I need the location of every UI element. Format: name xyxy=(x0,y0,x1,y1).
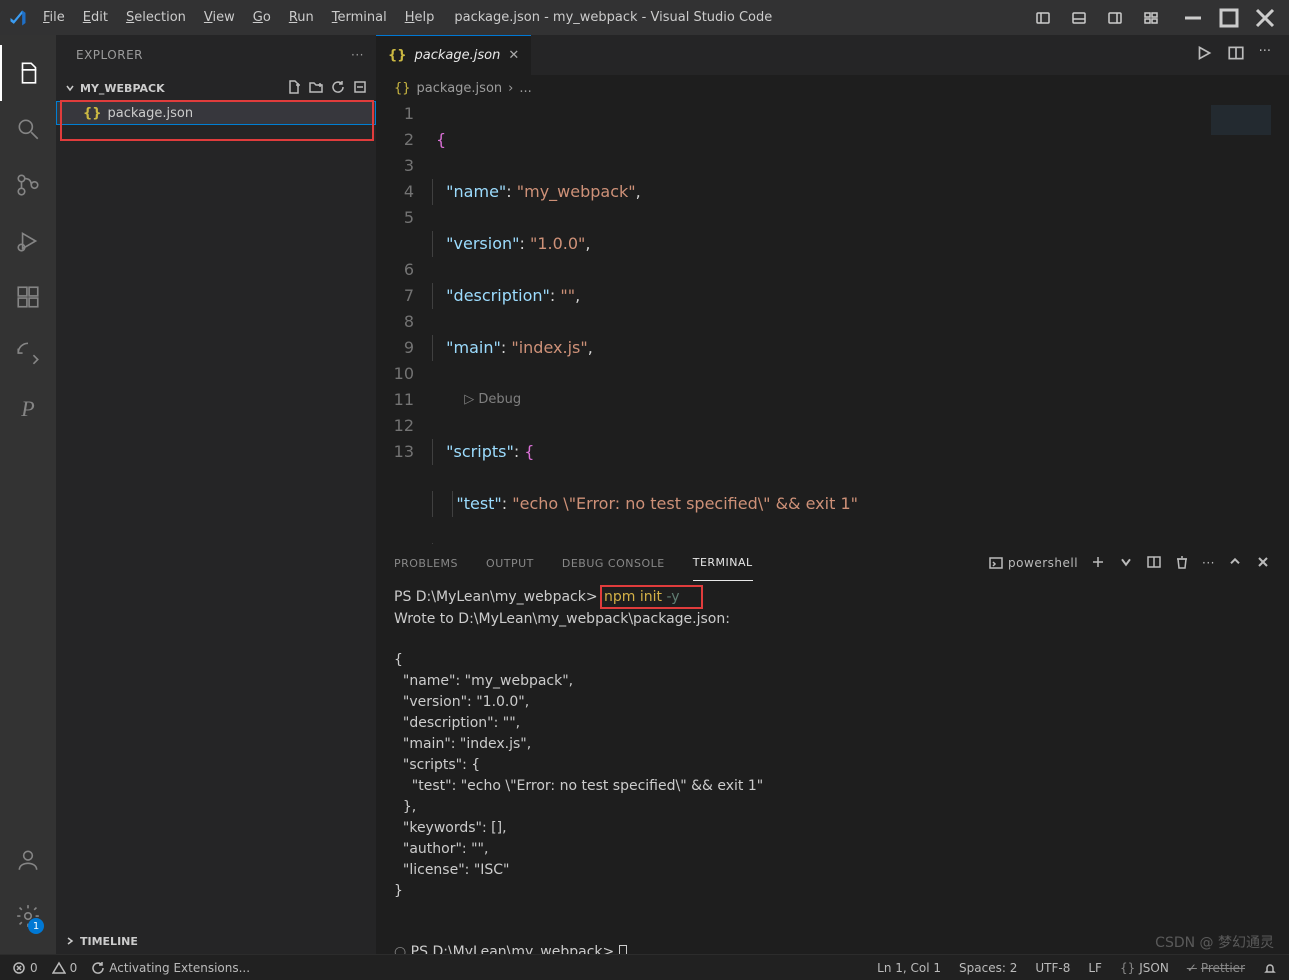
panel-tabs: PROBLEMS OUTPUT DEBUG CONSOLE TERMINAL p… xyxy=(376,545,1289,581)
folder-name: MY_WEBPACK xyxy=(80,82,165,95)
editor-area: {} package.json ✕ ··· {} package.json › … xyxy=(376,35,1289,954)
window-title: package.json - my_webpack - Visual Studi… xyxy=(442,10,1027,25)
menu-go[interactable]: Go xyxy=(245,0,279,35)
toggle-secondary-icon[interactable] xyxy=(1099,3,1131,33)
menu-file[interactable]: File xyxy=(35,0,73,35)
panel-tab-debug[interactable]: DEBUG CONSOLE xyxy=(562,545,665,581)
kill-terminal-icon[interactable] xyxy=(1174,554,1190,573)
explorer-tab-icon[interactable] xyxy=(0,45,56,101)
run-icon[interactable] xyxy=(1195,44,1213,66)
status-language[interactable]: {} JSON xyxy=(1120,961,1169,975)
code-content[interactable]: { "name": "my_webpack", "version": "1.0.… xyxy=(432,101,1289,544)
status-prettier[interactable]: ✓ Prettier xyxy=(1187,961,1245,975)
menu-selection[interactable]: Selection xyxy=(118,0,194,35)
refresh-icon[interactable] xyxy=(330,79,346,98)
panel-tab-problems[interactable]: PROBLEMS xyxy=(394,545,458,581)
status-spaces[interactable]: Spaces: 2 xyxy=(959,961,1017,975)
tab-label: package.json xyxy=(415,48,501,63)
new-terminal-icon[interactable] xyxy=(1090,554,1106,573)
maximize-panel-icon[interactable] xyxy=(1227,554,1243,573)
status-warnings[interactable]: 0 xyxy=(52,961,78,975)
json-file-icon: {} xyxy=(83,106,102,121)
status-eol[interactable]: LF xyxy=(1088,961,1102,975)
new-folder-icon[interactable] xyxy=(308,79,324,98)
toggle-sidebar-icon[interactable] xyxy=(1027,3,1059,33)
file-label: package.json xyxy=(108,106,194,121)
sidebar-header: EXPLORER ··· xyxy=(56,35,376,75)
panel-tab-terminal[interactable]: TERMINAL xyxy=(693,545,753,581)
panel-more-icon[interactable]: ··· xyxy=(1202,556,1215,570)
status-bar: 0 0 Activating Extensions... Ln 1, Col 1… xyxy=(0,954,1289,980)
debug-codelens[interactable]: ▷ Debug xyxy=(432,387,1289,413)
breadcrumbs[interactable]: {} package.json › ... xyxy=(376,75,1289,101)
split-terminal-icon[interactable] xyxy=(1146,554,1162,573)
json-file-icon: {} xyxy=(394,81,411,96)
timeline-section[interactable]: TIMELINE xyxy=(56,928,376,954)
terminal-dropdown-icon[interactable] xyxy=(1118,554,1134,573)
layout-controls xyxy=(1027,3,1177,33)
tab-package-json[interactable]: {} package.json ✕ xyxy=(376,35,531,75)
customize-layout-icon[interactable] xyxy=(1135,3,1167,33)
tabs-row: {} package.json ✕ ··· xyxy=(376,35,1289,75)
minimize-button[interactable] xyxy=(1177,3,1209,33)
new-file-icon[interactable] xyxy=(286,79,302,98)
activity-bottom: 1 xyxy=(0,832,56,944)
sidebar-more-icon[interactable]: ··· xyxy=(351,48,364,62)
more-actions-icon[interactable]: ··· xyxy=(1259,44,1271,66)
menu-edit[interactable]: Edit xyxy=(75,0,116,35)
bottom-panel: PROBLEMS OUTPUT DEBUG CONSOLE TERMINAL p… xyxy=(376,544,1289,954)
source-control-tab-icon[interactable] xyxy=(0,157,56,213)
panel-tab-output[interactable]: OUTPUT xyxy=(486,545,534,581)
status-encoding[interactable]: UTF-8 xyxy=(1035,961,1070,975)
vscode-logo-icon xyxy=(0,8,35,28)
search-tab-icon[interactable] xyxy=(0,101,56,157)
json-file-icon: {} xyxy=(388,48,407,63)
activity-bar: P 1 xyxy=(0,35,56,954)
menu-run[interactable]: Run xyxy=(281,0,322,35)
annotation-highlight: npm init -y xyxy=(600,585,703,609)
menu-help[interactable]: Help xyxy=(397,0,443,35)
line-gutter: 12345678910111213 xyxy=(376,101,432,544)
close-panel-icon[interactable] xyxy=(1255,554,1271,573)
menu-bar: File Edit Selection View Go Run Terminal… xyxy=(35,0,442,35)
status-notifications-icon[interactable] xyxy=(1263,961,1277,975)
extensions-tab-icon[interactable] xyxy=(0,269,56,325)
terminal-body[interactable]: PS D:\MyLean\my_webpack> npm init -y Wro… xyxy=(376,581,1289,954)
editor-actions: ··· xyxy=(1195,44,1289,66)
prettier-tab-icon[interactable]: P xyxy=(0,381,56,437)
close-tab-icon[interactable]: ✕ xyxy=(508,48,519,63)
file-item-package-json[interactable]: {} package.json xyxy=(56,101,376,125)
status-errors[interactable]: 0 xyxy=(12,961,38,975)
settings-badge: 1 xyxy=(28,918,44,934)
status-activating[interactable]: Activating Extensions... xyxy=(91,961,250,975)
close-button[interactable] xyxy=(1249,3,1281,33)
title-bar: File Edit Selection View Go Run Terminal… xyxy=(0,0,1289,35)
menu-terminal[interactable]: Terminal xyxy=(324,0,395,35)
status-cursor[interactable]: Ln 1, Col 1 xyxy=(877,961,941,975)
timeline-label: TIMELINE xyxy=(80,935,138,948)
terminal-shell-label[interactable]: powershell xyxy=(988,555,1078,571)
breadcrumb-file: package.json xyxy=(417,81,503,96)
run-debug-tab-icon[interactable] xyxy=(0,213,56,269)
sidebar: EXPLORER ··· MY_WEBPACK {} package.json … xyxy=(56,35,376,954)
settings-gear-icon[interactable]: 1 xyxy=(0,888,56,944)
maximize-button[interactable] xyxy=(1213,3,1245,33)
collapse-icon[interactable] xyxy=(352,79,368,98)
breadcrumb-dots: ... xyxy=(519,81,531,96)
split-editor-icon[interactable] xyxy=(1227,44,1245,66)
remote-tab-icon[interactable] xyxy=(0,325,56,381)
main-area: P 1 EXPLORER ··· MY_WEBPACK {} package.j… xyxy=(0,35,1289,954)
menu-view[interactable]: View xyxy=(196,0,243,35)
window-controls xyxy=(1177,3,1289,33)
folder-section-header[interactable]: MY_WEBPACK xyxy=(56,75,376,101)
editor-body[interactable]: 12345678910111213 { "name": "my_webpack"… xyxy=(376,101,1289,544)
accounts-icon[interactable] xyxy=(0,832,56,888)
breadcrumb-sep: › xyxy=(508,81,513,96)
toggle-panel-icon[interactable] xyxy=(1063,3,1095,33)
sidebar-title: EXPLORER xyxy=(76,48,143,62)
